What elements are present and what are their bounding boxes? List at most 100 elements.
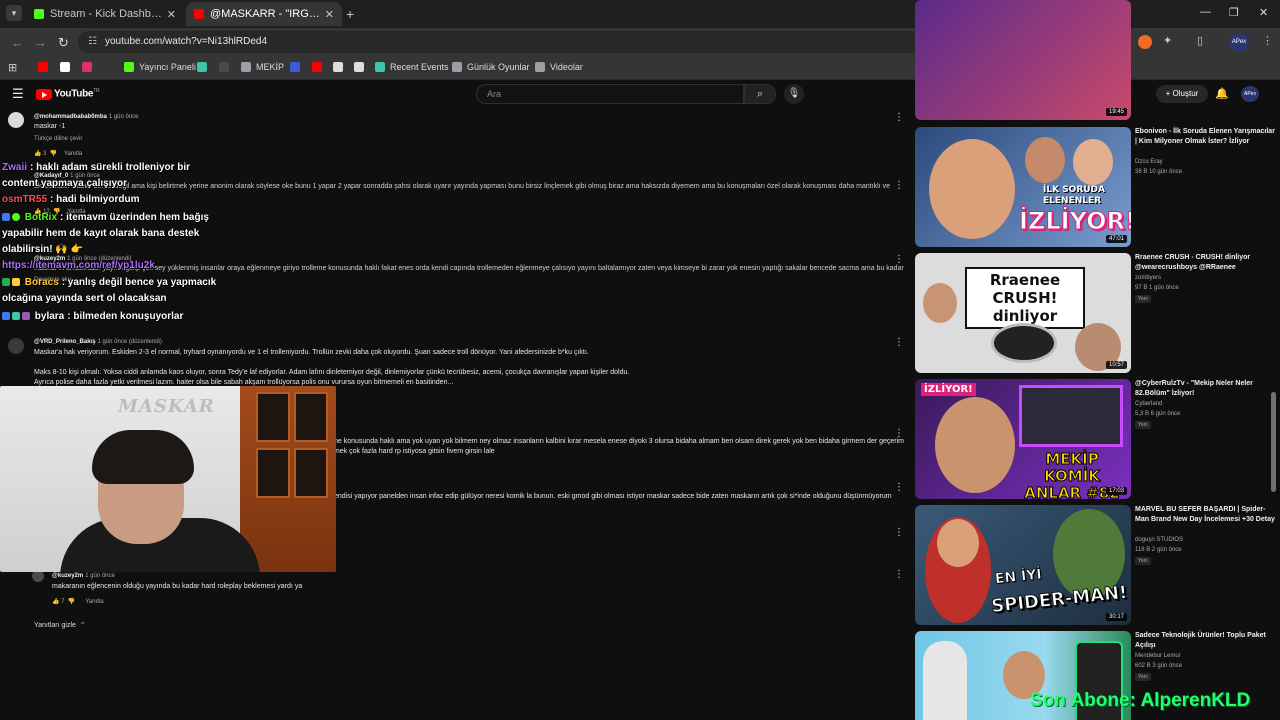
youtube-logo-icon[interactable] — [36, 89, 52, 100]
chat-text: olabilirsin! 🙌 👉 — [2, 244, 84, 255]
video-title[interactable]: MARVEL BU SEFER BAŞARDI | Spider-Man Bra… — [1135, 505, 1277, 525]
bookmark-mekip[interactable]: MEKİP — [241, 62, 284, 72]
like-icon[interactable]: 👍 — [34, 151, 41, 157]
bookmark-recent-events[interactable]: Recent Events — [375, 62, 449, 72]
comment-more-icon[interactable]: ⋮ — [894, 569, 904, 580]
video-title[interactable]: Rraenee CRUSH - CRUSH! dinliyor @wearecr… — [1135, 253, 1277, 273]
bookmark-app[interactable] — [197, 62, 212, 72]
comment-text-line: Maskar'a hak veriyorum. Eskiden 2-3 el n… — [34, 349, 589, 356]
channel-name[interactable]: doguşn STUDIOS — [1135, 537, 1275, 543]
video-thumbnail[interactable]: 19:45 — [915, 0, 1131, 120]
reload-icon[interactable]: ↻ — [58, 35, 69, 51]
comment-more-icon[interactable]: ⋮ — [894, 527, 904, 538]
recommended-video[interactable]: İZLİYOR! MEKİP KOMİK ANLAR #82 17:03 @Cy… — [915, 379, 1275, 501]
thumbnail-face — [1073, 139, 1113, 185]
comment-author[interactable]: @mohammadbabab0mba — [34, 114, 107, 120]
video-thumbnail[interactable]: İZLİYOR! MEKİP KOMİK ANLAR #82 17:03 — [915, 379, 1131, 499]
last-subscriber-overlay: Son Abone: AlperenKLD — [1030, 690, 1251, 711]
chat-message: BotRix: itemavm üzerinden hem bağış — [2, 212, 209, 223]
video-title[interactable]: @CyberRulzTv - "Mekip Neler Neler 82.Böl… — [1135, 379, 1277, 399]
page-scrollbar[interactable] — [1271, 392, 1276, 492]
gift-badge-icon — [12, 278, 20, 287]
bookmark-label: Yayıncı Paneli — [139, 62, 196, 72]
bookmark-yayinci-paneli[interactable]: Yayıncı Paneli — [124, 62, 196, 72]
bookmark-app[interactable] — [354, 62, 369, 72]
chat-message: Zwaii: haklı adam sürekli trolleniyor bi… — [2, 162, 190, 173]
video-title[interactable]: Sadece Teknolojik Ürünler! Toplu Paket A… — [1135, 631, 1277, 651]
video-thumbnail[interactable]: İLK SORUDA ELENENLER İZLİYOR! 47:01 — [915, 127, 1131, 247]
channel-name[interactable]: Cyberland — [1135, 401, 1275, 407]
comment-actions: 👍 7 👎 Yanıtla — [52, 598, 104, 605]
channel-name[interactable]: zombyers — [1135, 275, 1275, 281]
app-icon — [197, 62, 207, 72]
video-title[interactable]: Ebonivon - İlk Soruda Elenen Yarışmacıla… — [1135, 127, 1277, 147]
comment-author[interactable]: @VRD_Prileno_Bakış — [34, 339, 96, 345]
comment-text: maskar'ın arkasından yayına gelip çok se… — [34, 265, 904, 272]
mic-icon[interactable]: 🎙 — [784, 84, 804, 104]
tab-title: Stream - Kick Dashboard — [50, 8, 163, 20]
like-count: 3 — [43, 151, 47, 157]
recommended-video[interactable]: EN İYİ SPIDER-MAN! 30:17 MARVEL BU SEFER… — [915, 505, 1275, 627]
comment-time[interactable]: 1 gün önce (düzenlendi) — [98, 339, 162, 345]
bookmark-youtube[interactable] — [38, 62, 53, 72]
comment-text-line: ne konusunda haklı ama yok uyan yok bilm… — [334, 438, 905, 445]
comment-more-icon[interactable]: ⋮ — [894, 428, 904, 439]
dislike-icon[interactable]: 👎 — [50, 151, 57, 157]
reply-button[interactable]: Yanıtla — [85, 599, 103, 605]
dislike-icon[interactable]: 👎 — [68, 599, 75, 605]
recommended-video[interactable]: 19:45 — [915, 0, 1275, 122]
bookmark-play[interactable] — [219, 62, 234, 72]
tab-kick-dashboard[interactable]: Stream - Kick Dashboard ✕ — [26, 2, 184, 26]
chat-text: : hadi bilmiyordum — [50, 194, 140, 205]
like-icon[interactable]: 👍 — [52, 599, 59, 605]
comment-author[interactable]: @kuzey2m — [52, 573, 83, 579]
comment-time[interactable]: 1 gün önce — [109, 114, 139, 120]
comment-more-icon[interactable]: ⋮ — [894, 112, 904, 123]
bookmark-youtube[interactable] — [312, 62, 327, 72]
comment-more-icon[interactable]: ⋮ — [894, 482, 904, 493]
bookmark-videolar[interactable]: Videolar — [535, 62, 583, 72]
tab-youtube-video[interactable]: @MASKARR - "IRGATLARIN GÜ ✕ — [186, 2, 342, 26]
bookmark-app[interactable] — [290, 62, 305, 72]
video-thumbnail[interactable]: Rraenee CRUSH! dinliyor 10:57 — [915, 253, 1131, 373]
new-badge: Yeni — [1135, 673, 1151, 681]
comment-more-icon[interactable]: ⋮ — [894, 180, 904, 191]
site-info-icon[interactable]: ☷ — [88, 36, 97, 47]
avatar[interactable] — [8, 112, 24, 128]
chat-message: content yapmaya çalışıyor — [2, 178, 127, 189]
channel-name[interactable]: Dzcu Eray — [1135, 159, 1275, 165]
chat-text: : itemavm üzerinden hem bağış — [60, 212, 209, 223]
thumbnail-title: İZLİYOR! — [1019, 207, 1131, 236]
bookmark-label: Videolar — [550, 62, 583, 72]
search-input[interactable]: Ara — [476, 84, 744, 104]
recommended-video[interactable]: İLK SORUDA ELENENLER İZLİYOR! 47:01 Ebon… — [915, 127, 1275, 249]
video-duration: 17:03 — [1105, 487, 1127, 495]
channel-name[interactable]: Mendebur Lemur — [1135, 653, 1275, 659]
video-thumbnail[interactable]: EN İYİ SPIDER-MAN! 30:17 — [915, 505, 1131, 625]
tab-close-icon[interactable]: ✕ — [167, 8, 176, 21]
forward-icon[interactable]: → — [34, 35, 47, 50]
search-icon[interactable]: ⌕ — [744, 84, 776, 104]
comment-more-icon[interactable]: ⋮ — [894, 337, 904, 348]
tab-search-icon[interactable]: ▾ — [6, 5, 22, 21]
comment-more-icon[interactable]: ⋮ — [894, 254, 904, 265]
reply-button[interactable]: Yanıtla — [64, 151, 82, 157]
apps-grid-icon[interactable]: ⊞ — [8, 61, 17, 74]
back-icon[interactable]: ← — [11, 35, 24, 50]
bookmark-gunluk-oyunlar[interactable]: Günlük Oyunlar — [452, 62, 530, 72]
new-badge: Yeni — [1135, 557, 1151, 565]
bookmark-x[interactable] — [60, 62, 75, 72]
menu-icon[interactable]: ☰ — [12, 86, 24, 102]
new-tab-icon[interactable]: + — [346, 6, 354, 22]
recommended-video[interactable]: Rraenee CRUSH! dinliyor 10:57 Rraenee CR… — [915, 253, 1275, 375]
comment-time[interactable]: 1 gün önce — [85, 573, 115, 579]
chat-text: content yapmaya çalışıyor — [2, 178, 128, 189]
youtube-logo-text[interactable]: YouTubeTR — [54, 88, 100, 99]
avatar[interactable] — [8, 338, 24, 354]
bookmark-image[interactable] — [333, 62, 348, 72]
bookmark-instagram[interactable] — [82, 62, 97, 72]
hide-replies-button[interactable]: Yanıtları gizle ⌃ — [34, 621, 86, 629]
translate-link[interactable]: Türkçe diline çevir — [34, 136, 82, 142]
tab-close-icon[interactable]: ✕ — [325, 8, 334, 21]
bookmark-label: MEKİP — [256, 62, 285, 72]
